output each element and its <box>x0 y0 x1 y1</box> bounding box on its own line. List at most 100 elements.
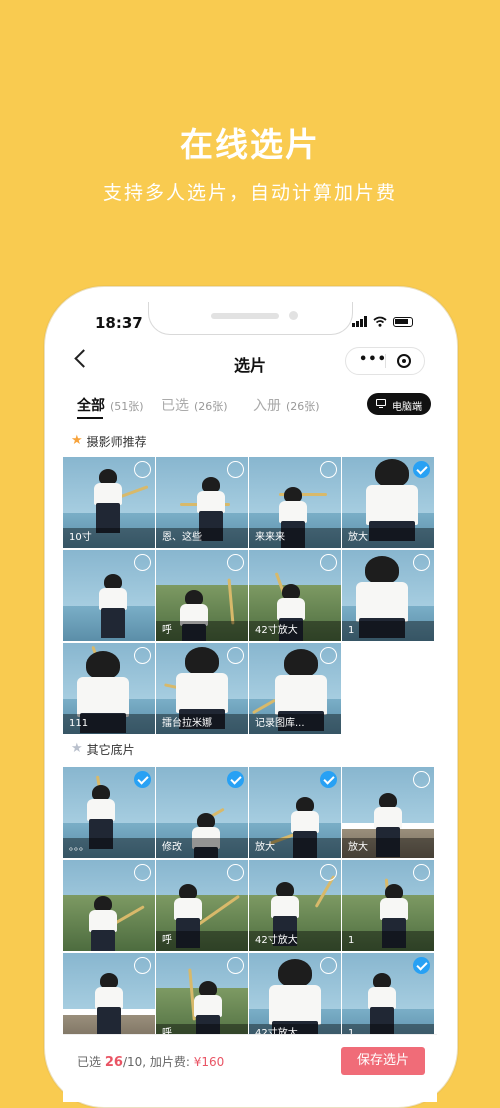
photo-caption: 1 <box>342 931 434 951</box>
tab-all-count: (51张) <box>110 400 144 413</box>
photo-caption: 放大 <box>342 528 434 548</box>
photo-thumbnail[interactable]: 1 <box>342 550 434 641</box>
photo-thumbnail[interactable]: 记录图库... <box>249 643 341 734</box>
capsule-divider <box>385 354 386 368</box>
photo-caption: 。。。 <box>63 838 155 858</box>
photo-caption: 恩、这些 <box>156 528 248 548</box>
photo-caption: 42寸放大 <box>249 931 341 951</box>
checked-icon[interactable] <box>413 957 430 974</box>
photo-caption: 42寸放大 <box>249 621 341 641</box>
photo-thumbnail[interactable]: 1 <box>342 860 434 951</box>
section-others: ★ 其它底片 <box>71 740 135 758</box>
phone-notch <box>148 302 353 335</box>
summary-fee-label: 加片费: <box>149 1055 190 1069</box>
photo-caption: 放大 <box>342 838 434 858</box>
tab-selected[interactable]: 已选 (26张) <box>161 395 228 415</box>
photo-thumbnail[interactable]: 呼 <box>156 860 248 951</box>
photo-thumbnail[interactable]: 放大 <box>249 767 341 858</box>
photo-caption: 呼 <box>156 621 248 641</box>
photo-thumbnail[interactable]: 111 <box>63 643 155 734</box>
tab-underline <box>77 417 103 419</box>
status-icons <box>352 316 413 327</box>
unchecked-icon[interactable] <box>320 957 337 974</box>
photo-caption: 10寸 <box>63 528 155 548</box>
pc-client-label: 电脑端 <box>392 402 422 413</box>
tab-all-label: 全部 <box>77 398 105 414</box>
unchecked-icon[interactable] <box>320 554 337 571</box>
photo-thumbnail[interactable]: 42寸放大 <box>249 860 341 951</box>
unchecked-icon[interactable] <box>134 554 151 571</box>
unchecked-icon[interactable] <box>413 864 430 881</box>
section-others-title: 其它底片 <box>86 742 135 757</box>
unchecked-icon[interactable] <box>413 771 430 788</box>
unchecked-icon[interactable] <box>134 864 151 881</box>
photo-thumbnail[interactable]: 放大 <box>342 457 434 548</box>
unchecked-icon[interactable] <box>134 957 151 974</box>
unchecked-icon[interactable] <box>227 647 244 664</box>
unchecked-icon[interactable] <box>413 554 430 571</box>
photo-thumbnail[interactable]: 。。。 <box>63 767 155 858</box>
battery-icon <box>393 316 413 327</box>
save-selection-button[interactable]: 保存选片 <box>341 1047 425 1075</box>
summary-selected-label: 已选 <box>77 1055 102 1069</box>
photo-caption: 记录图库... <box>249 714 341 734</box>
photo-thumbnail[interactable] <box>63 550 155 641</box>
speaker-icon <box>211 313 279 319</box>
photo-thumbnail[interactable]: 呼 <box>156 550 248 641</box>
camera-icon <box>289 311 298 320</box>
photo-thumbnail[interactable]: 修改 <box>156 767 248 858</box>
photo-thumbnail[interactable]: 10寸 <box>63 457 155 548</box>
section-recommended: ★ 摄影师推荐 <box>71 432 147 450</box>
pc-client-button[interactable]: 电脑端 <box>367 393 431 415</box>
unchecked-icon[interactable] <box>227 864 244 881</box>
checked-icon[interactable] <box>227 771 244 788</box>
photo-caption: 来来来 <box>249 528 341 548</box>
unchecked-icon[interactable] <box>134 461 151 478</box>
tab-selected-count: (26张) <box>194 400 228 413</box>
photo-thumbnail[interactable]: 42寸放大 <box>249 550 341 641</box>
tab-all[interactable]: 全部 (51张) <box>77 395 144 415</box>
checked-icon[interactable] <box>134 771 151 788</box>
unchecked-icon[interactable] <box>227 554 244 571</box>
photo-caption <box>63 621 155 641</box>
tab-album-count: (26张) <box>286 400 320 413</box>
unchecked-icon[interactable] <box>227 461 244 478</box>
photo-thumbnail[interactable]: 42寸放大 <box>249 953 341 1044</box>
checked-icon[interactable] <box>320 771 337 788</box>
photo-caption: 擂台拉米娜 <box>156 714 248 734</box>
photo-thumbnail[interactable]: 擂台拉米娜 <box>156 643 248 734</box>
photo-thumbnail[interactable] <box>63 953 155 1044</box>
unchecked-icon[interactable] <box>320 864 337 881</box>
photo-thumbnail[interactable] <box>63 860 155 951</box>
unchecked-icon[interactable] <box>320 647 337 664</box>
tab-bar: 全部 (51张) 已选 (26张) 入册 (26张) 电脑端 <box>63 390 437 420</box>
unchecked-icon[interactable] <box>320 461 337 478</box>
tab-album-label: 入册 <box>253 398 281 414</box>
photo-caption: 修改 <box>156 838 248 858</box>
photo-thumbnail[interactable]: 恩、这些 <box>156 457 248 548</box>
star-icon: ★ <box>71 741 83 756</box>
tab-album[interactable]: 入册 (26张) <box>253 395 320 415</box>
photo-caption: 111 <box>63 714 155 734</box>
section-recommended-title: 摄影师推荐 <box>86 434 147 449</box>
star-icon: ★ <box>71 433 83 448</box>
unchecked-icon[interactable] <box>227 957 244 974</box>
unchecked-icon[interactable] <box>134 647 151 664</box>
photo-thumbnail[interactable]: 1 <box>342 953 434 1044</box>
summary-selected-count: 26 <box>104 1055 123 1070</box>
bottom-bar: 已选 26/10, 加片费: ¥160 保存选片 <box>63 1034 437 1102</box>
more-icon[interactable]: ••• <box>359 353 387 366</box>
photo-thumbnail[interactable]: 来来来 <box>249 457 341 548</box>
phone-screen: 18:37 选片 ••• 全部 (51张) 已选 (26张) 入册 (26张) 电脑端… <box>63 302 437 1102</box>
close-miniprogram-icon[interactable] <box>397 354 411 368</box>
navbar: 选片 ••• <box>63 344 437 380</box>
photo-caption: 1 <box>342 621 434 641</box>
wifi-icon <box>373 316 387 327</box>
photo-caption <box>63 931 155 951</box>
promo-subtitle: 支持多人选片，自动计算加片费 <box>102 182 397 204</box>
summary-limit: /10, <box>122 1055 147 1069</box>
photo-thumbnail[interactable]: 放大 <box>342 767 434 858</box>
photo-thumbnail[interactable]: 呼 <box>156 953 248 1044</box>
photo-caption: 放大 <box>249 838 341 858</box>
checked-icon[interactable] <box>413 461 430 478</box>
